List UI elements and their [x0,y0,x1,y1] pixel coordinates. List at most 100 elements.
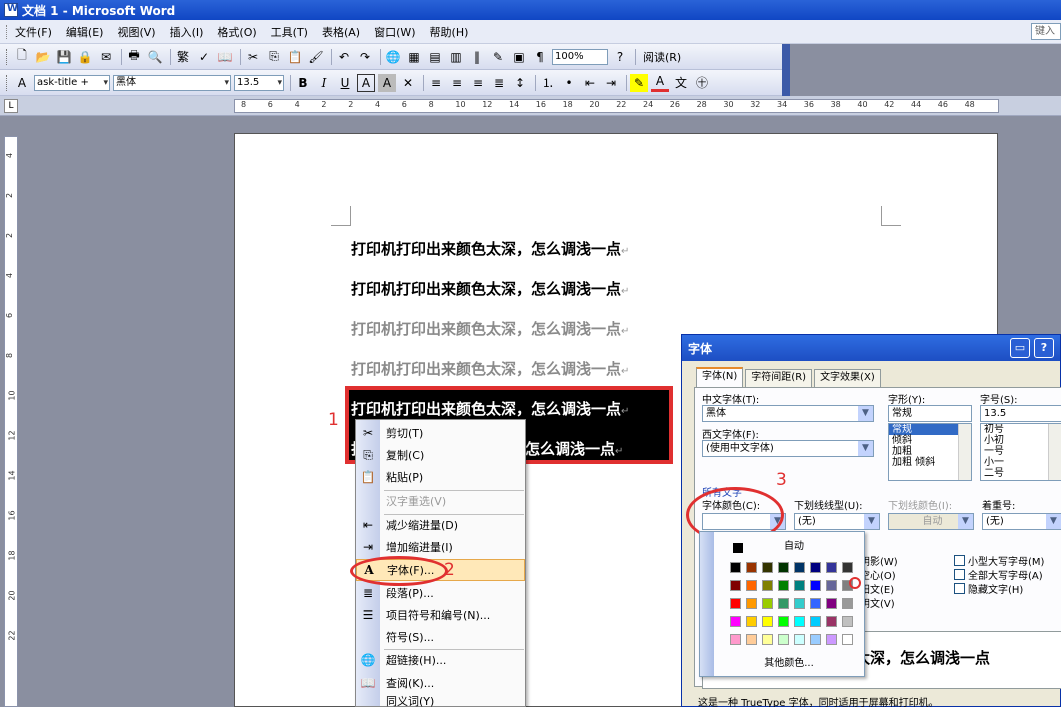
effect-shadow[interactable]: 阴影(W) [860,553,898,568]
permission-icon[interactable]: 🔒 [76,48,94,66]
insert-table-icon[interactable]: ▤ [426,48,444,66]
ctx-cut[interactable]: ✂ 剪切(T) [356,422,525,444]
center-icon[interactable]: ≡ [448,74,466,92]
align-left-icon[interactable]: ≡ [427,74,445,92]
color-swatch[interactable] [778,580,789,591]
doc-paragraph[interactable]: 打印机打印出来颜色太深，怎么调浅一点↵ [351,278,629,299]
print-preview-icon[interactable]: 🔍 [146,48,164,66]
redo-icon[interactable]: ↷ [356,48,374,66]
bold-button[interactable]: B [294,74,312,92]
color-swatch[interactable] [746,598,757,609]
chinese-font-select[interactable]: 黑体 ▼ [702,405,874,422]
email-icon[interactable]: ✉ [97,48,115,66]
color-swatch[interactable] [778,598,789,609]
ctx-bullets-numbering[interactable]: ☰ 项目符号和编号(N)... [356,604,525,626]
small-caps-checkbox[interactable]: 小型大写字母(M) [954,553,1044,568]
color-swatch[interactable] [762,598,773,609]
bullets-icon[interactable]: • [560,74,578,92]
toolbar-grip[interactable] [6,48,9,65]
toolbar-options-icon[interactable] [782,43,790,70]
increase-indent-icon[interactable]: ⇥ [602,74,620,92]
new-icon[interactable]: 🗋 [13,48,31,66]
doc-paragraph[interactable]: 打印机打印出来颜色太深，怎么调浅一点↵ [351,358,629,379]
highlight-icon[interactable]: ✎ [630,73,648,92]
vertical-ruler[interactable]: 4 2 2 4 6 8 10 12 14 16 18 20 22 [4,136,18,707]
font-size-select[interactable]: 13.5 [234,74,284,91]
color-swatch[interactable] [746,616,757,627]
hidden-text-checkbox[interactable]: 隐藏文字(H) [954,581,1023,596]
effect-engrave[interactable]: 阴文(V) [860,595,895,610]
color-swatch[interactable] [746,580,757,591]
research-icon[interactable]: 📖 [216,48,234,66]
color-swatch[interactable] [746,634,757,645]
ctx-synonyms[interactable]: 同义词(Y) [356,694,525,707]
font-select[interactable]: 黑体 [113,74,231,91]
paste-icon[interactable]: 📋 [286,48,304,66]
char-border-button[interactable]: A [357,73,375,92]
color-swatch[interactable] [778,634,789,645]
ctx-decrease-indent[interactable]: ⇤ 减少缩进量(D) [356,514,525,536]
tab-char-spacing[interactable]: 字符间距(R) [745,369,813,387]
save-icon[interactable]: 💾 [55,48,73,66]
toolbar-grip[interactable] [6,74,9,91]
color-swatch[interactable] [826,598,837,609]
horizontal-ruler[interactable]: 8 6 4 2 2 4 6 8 10 12 14 16 18 20 22 24 26 28 30 32 34 36 38 40… [234,99,999,113]
menu-tools[interactable]: 工具(T) [271,24,308,40]
color-swatch[interactable] [794,580,805,591]
color-swatch[interactable] [762,580,773,591]
menubar-grip[interactable] [6,24,9,39]
font-style-list[interactable]: 常规 倾斜 加粗 加粗 倾斜 [888,423,972,481]
font-color-icon[interactable]: A [651,74,669,92]
all-caps-checkbox[interactable]: 全部大写字母(A) [954,567,1043,582]
undo-icon[interactable]: ↶ [335,48,353,66]
toolbar-options-icon[interactable] [782,69,790,96]
tables-borders-icon[interactable]: ▦ [405,48,423,66]
underline-button[interactable]: U [336,74,354,92]
align-right-icon[interactable]: ≡ [469,74,487,92]
enclose-characters-icon[interactable]: ✕ [399,74,417,92]
menu-file[interactable]: 文件(F) [15,24,52,40]
zoom-select[interactable]: 100% [552,48,608,65]
dialog-title-bar[interactable]: 字体 ▭ ? [682,335,1060,361]
color-swatch[interactable] [810,580,821,591]
ctx-hyperlink[interactable]: 🌐 超链接(H)... [356,649,525,671]
open-icon[interactable]: 📂 [34,48,52,66]
font-style-input[interactable]: 常规 [888,405,972,422]
color-swatch[interactable] [826,580,837,591]
color-swatch[interactable] [762,616,773,627]
spelling-icon[interactable]: ✓ [195,48,213,66]
doc-paragraph-selected[interactable]: 怎么调浅一点↵ [525,438,623,459]
color-swatch[interactable] [778,562,789,573]
menu-insert[interactable]: 插入(I) [170,24,204,40]
ctx-lookup[interactable]: 📖 查阅(K)... [356,672,525,694]
color-swatch[interactable] [826,634,837,645]
color-swatch[interactable] [762,634,773,645]
color-swatch[interactable] [730,616,741,627]
underline-style-select[interactable]: (无) ▼ [794,513,880,530]
ctx-paragraph[interactable]: ≣ 段落(P)... [356,582,525,604]
italic-button[interactable]: I [315,74,333,92]
document-map-icon[interactable]: ▣ [510,48,528,66]
read-button[interactable]: 阅读(R) [639,49,685,65]
font-size-list[interactable]: 初号 小初 一号 小一 二号 [980,423,1061,481]
help-search-input[interactable]: 键入 [1031,23,1061,40]
color-swatch[interactable] [810,634,821,645]
char-shade-button[interactable]: A [378,73,396,92]
word-app-icon[interactable] [4,3,18,17]
numbering-icon[interactable]: ⒈ [539,74,557,92]
color-swatch[interactable] [746,562,757,573]
tab-selector[interactable]: L [4,99,18,113]
scrollbar[interactable] [1048,424,1061,480]
western-font-select[interactable]: (使用中文字体) ▼ [702,440,874,457]
color-swatch[interactable] [794,598,805,609]
color-swatch[interactable] [826,562,837,573]
menu-help[interactable]: 帮助(H) [430,24,469,40]
menu-format[interactable]: 格式(O) [217,24,256,40]
effect-outline[interactable]: 空心(O) [860,567,896,582]
menu-edit[interactable]: 编辑(E) [66,24,104,40]
auto-color-option[interactable]: 自动 [730,539,858,555]
print-icon[interactable]: 🖶 [125,48,143,66]
hyperlink-icon[interactable]: 🌐 [384,48,402,66]
style-select[interactable]: ask-title + [34,74,110,91]
color-swatch[interactable] [842,616,853,627]
